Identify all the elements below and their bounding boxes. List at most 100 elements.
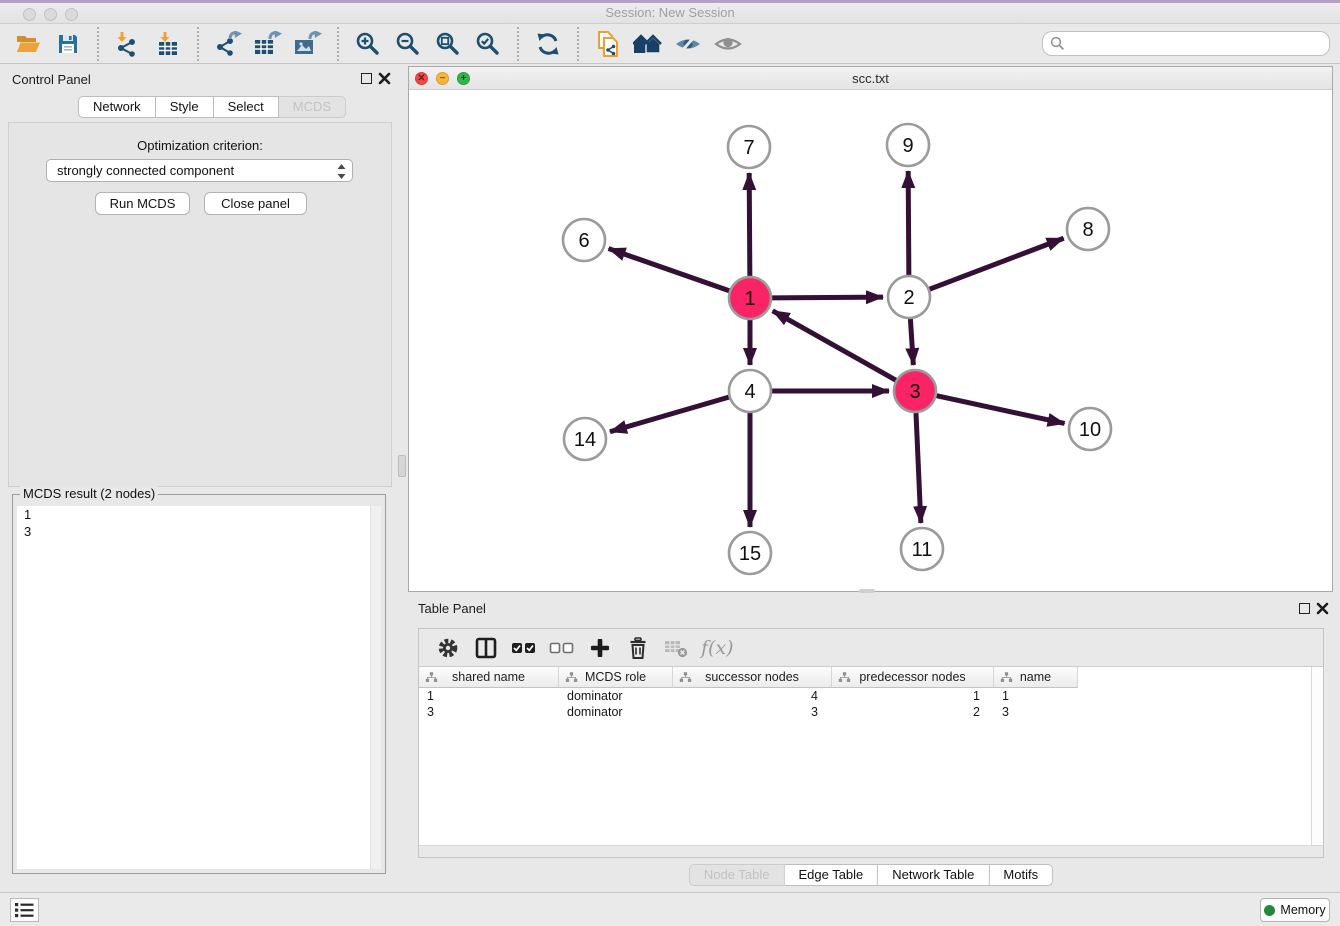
zoom-out-icon[interactable] xyxy=(391,27,425,61)
export-table-icon[interactable] xyxy=(251,27,285,61)
edge-1-6[interactable] xyxy=(609,249,730,291)
zoom-selected-icon[interactable] xyxy=(471,27,505,61)
column-header-shared-name[interactable]: shared name xyxy=(419,667,559,688)
column-header-mcds-role[interactable]: MCDS role xyxy=(559,667,673,688)
zoom-in-icon[interactable] xyxy=(351,27,385,61)
node-table: f(x) shared name MCDS role successor nodes… xyxy=(418,628,1324,858)
refresh-icon[interactable] xyxy=(531,27,565,61)
criterion-select[interactable]: strongly connected component xyxy=(46,159,353,182)
export-network-icon[interactable] xyxy=(211,27,245,61)
select-all-icon[interactable] xyxy=(509,633,539,663)
edge-3-11[interactable] xyxy=(916,413,921,523)
close-panel-button[interactable]: Close panel xyxy=(204,192,307,215)
memory-button[interactable]: Memory xyxy=(1260,898,1330,922)
window-top-edge xyxy=(0,0,1340,3)
table-cell: 3 xyxy=(994,704,1078,720)
table-cell: 1 xyxy=(419,688,559,704)
first-neighbors-icon[interactable] xyxy=(631,27,665,61)
edge-2-3[interactable] xyxy=(910,319,913,365)
node-label-7: 7 xyxy=(743,137,754,159)
search-icon xyxy=(1050,36,1065,51)
tab-style[interactable]: Style xyxy=(156,96,214,118)
table-toolbar: f(x) xyxy=(419,629,1323,667)
column-header-predecessor-nodes[interactable]: predecessor nodes xyxy=(832,667,994,688)
tab-edge-table[interactable]: Edge Table xyxy=(784,864,878,886)
edge-1-2[interactable] xyxy=(772,297,883,298)
search-input[interactable] xyxy=(1070,36,1329,51)
add-icon[interactable] xyxy=(585,633,615,663)
control-panel-tabs: NetworkStyleSelectMCDS xyxy=(78,96,346,118)
tab-motifs[interactable]: Motifs xyxy=(989,864,1053,886)
task-history-button[interactable] xyxy=(10,898,39,922)
column-type-icon xyxy=(838,672,851,683)
table-cell: 2 xyxy=(832,704,994,720)
view-splitter-handle[interactable] xyxy=(859,589,875,593)
panel-splitter-handle[interactable] xyxy=(398,455,406,477)
column-label: predecessor nodes xyxy=(859,670,965,684)
mcds-result-box: MCDS result (2 nodes) 13 xyxy=(12,494,386,874)
result-line: 3 xyxy=(17,523,381,540)
column-header-name[interactable]: name xyxy=(994,667,1078,688)
select-stepper-icon xyxy=(336,163,347,180)
result-scrollbar[interactable] xyxy=(370,506,381,869)
node-label-1: 1 xyxy=(744,288,755,310)
edge-2-9[interactable] xyxy=(908,171,909,275)
table-cell: 3 xyxy=(419,704,559,720)
tab-network[interactable]: Network xyxy=(78,96,156,118)
float-table-panel-icon[interactable] xyxy=(1299,603,1310,614)
open-session-icon[interactable] xyxy=(11,27,45,61)
edge-1-7[interactable] xyxy=(749,173,750,276)
mcds-panel: Optimization criterion: strongly connect… xyxy=(8,122,392,487)
toolbar-separator xyxy=(197,27,199,61)
import-table-icon[interactable] xyxy=(151,27,185,61)
table-header-row: shared name MCDS role successor nodes prede… xyxy=(419,667,1078,688)
network-window-titlebar[interactable]: ✕ − + scc.txt xyxy=(409,67,1332,90)
edge-4-14[interactable] xyxy=(610,397,729,432)
column-header-successor-nodes[interactable]: successor nodes xyxy=(673,667,832,688)
network-file-icon[interactable] xyxy=(591,27,625,61)
run-mcds-button[interactable]: Run MCDS xyxy=(95,192,190,215)
tab-node-table[interactable]: Node Table xyxy=(689,864,785,886)
float-panel-icon[interactable] xyxy=(361,73,372,84)
show-column-icon[interactable] xyxy=(471,633,501,663)
memory-label: Memory xyxy=(1280,903,1325,917)
edge-3-1[interactable] xyxy=(773,311,896,380)
app-title-bar: Session: New Session xyxy=(0,0,1340,24)
zoom-fit-icon[interactable] xyxy=(431,27,465,61)
column-label: shared name xyxy=(452,670,525,684)
column-type-icon xyxy=(565,672,578,683)
hide-selected-icon[interactable] xyxy=(671,27,705,61)
table-row[interactable]: 1dominator411 xyxy=(419,688,1078,704)
network-canvas[interactable]: 7968124314101511 xyxy=(409,90,1332,591)
column-label: MCDS role xyxy=(585,670,646,684)
edge-3-10[interactable] xyxy=(936,396,1064,424)
node-label-8: 8 xyxy=(1082,219,1093,241)
table-cell: dominator xyxy=(559,688,673,704)
mcds-result-title: MCDS result (2 nodes) xyxy=(20,486,158,501)
edge-2-8[interactable] xyxy=(930,238,1064,289)
close-panel-icon[interactable] xyxy=(378,72,391,85)
table-row[interactable]: 3dominator323 xyxy=(419,704,1078,720)
export-image-icon[interactable] xyxy=(291,27,325,61)
tab-network-table[interactable]: Network Table xyxy=(878,864,989,886)
save-session-icon[interactable] xyxy=(51,27,85,61)
delete-icon[interactable] xyxy=(623,633,653,663)
deselect-all-icon[interactable] xyxy=(547,633,577,663)
tab-mcds[interactable]: MCDS xyxy=(279,96,346,118)
table-cell: 1 xyxy=(994,688,1078,704)
network-view-title: scc.txt xyxy=(409,71,1332,86)
application-window: Session: New Session xyxy=(0,0,1340,926)
show-all-icon[interactable] xyxy=(711,27,745,61)
node-label-14: 14 xyxy=(574,429,596,451)
tab-select[interactable]: Select xyxy=(214,96,279,118)
node-label-3: 3 xyxy=(909,381,920,403)
gear-icon[interactable] xyxy=(433,633,463,663)
import-network-icon[interactable] xyxy=(111,27,145,61)
close-table-panel-icon[interactable] xyxy=(1316,602,1329,615)
table-scrollbar[interactable] xyxy=(1311,667,1323,845)
toolbar-separator xyxy=(577,27,579,61)
column-type-icon xyxy=(425,672,438,683)
table-cell: 4 xyxy=(673,688,832,704)
node-label-2: 2 xyxy=(903,287,914,309)
mcds-result-list[interactable]: 13 xyxy=(17,506,381,869)
